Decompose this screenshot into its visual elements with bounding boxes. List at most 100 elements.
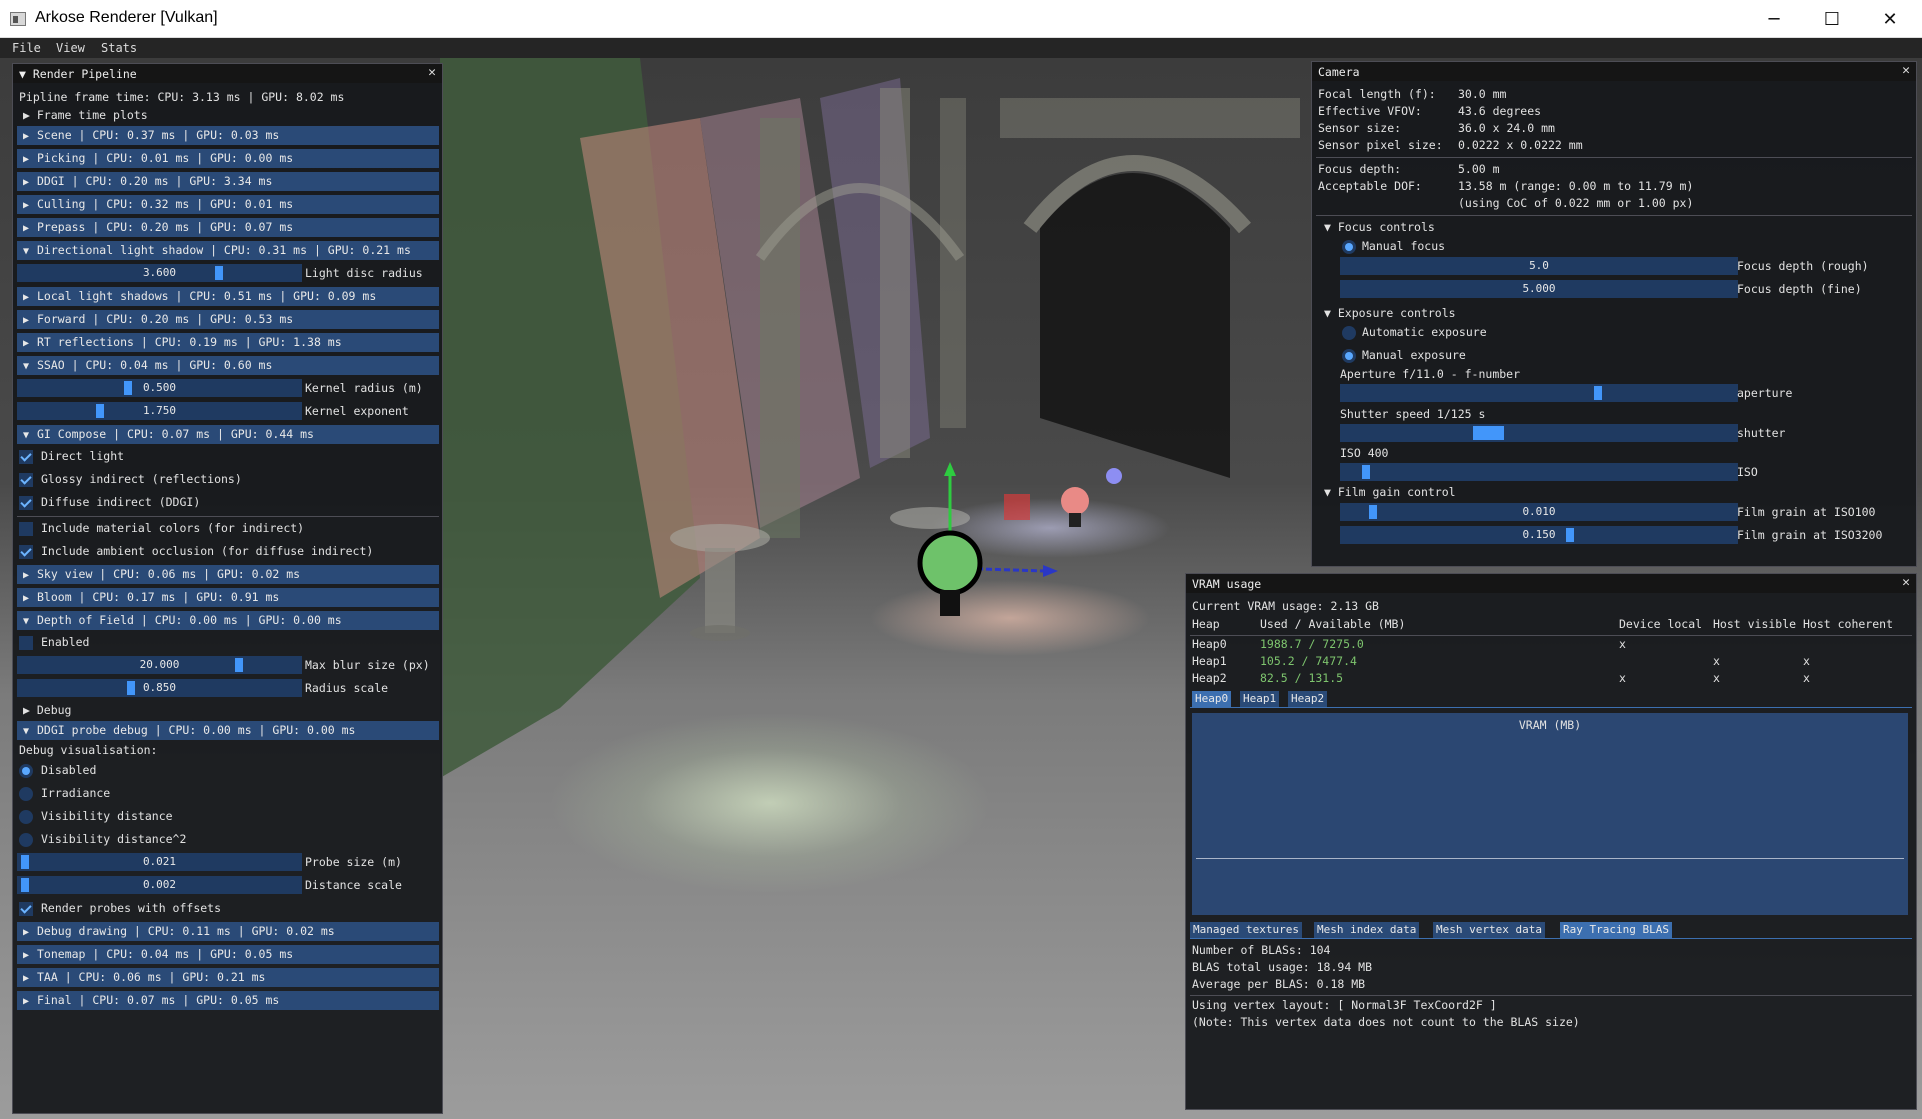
dof-enabled-checkbox[interactable] [19, 636, 33, 650]
radio-disabled[interactable] [19, 764, 33, 778]
kernel-radius-slider[interactable]: 0.500 [17, 379, 302, 397]
glossy-indirect-checkbox[interactable] [19, 473, 33, 487]
debug-toggle[interactable]: ▶ Debug [23, 701, 71, 720]
section-sky-view[interactable]: ▶ Sky view | CPU: 0.06 ms | GPU: 0.02 ms [17, 565, 439, 584]
distance-scale-label: Distance scale [305, 878, 402, 892]
expand-icon: ▶ [23, 223, 30, 234]
divider [1316, 215, 1912, 216]
section-culling[interactable]: ▶ Culling | CPU: 0.32 ms | GPU: 0.01 ms [17, 195, 439, 214]
section-tonemap[interactable]: ▶ Tonemap | CPU: 0.04 ms | GPU: 0.05 ms [17, 945, 439, 964]
automatic-exposure-radio[interactable] [1342, 326, 1356, 340]
manual-exposure-radio[interactable] [1342, 349, 1356, 363]
slider-grab[interactable] [1473, 426, 1504, 440]
close-icon[interactable]: ✕ [428, 65, 436, 80]
tab-heap2[interactable]: Heap2 [1288, 691, 1328, 707]
tab-underline [1190, 938, 1912, 939]
section-ssao[interactable]: ▼ SSAO | CPU: 0.04 ms | GPU: 0.60 ms [17, 356, 439, 375]
section-gi-compose[interactable]: ▼ GI Compose | CPU: 0.07 ms | GPU: 0.44 m… [17, 425, 439, 444]
section-rt-reflections[interactable]: ▶ RT reflections | CPU: 0.19 ms | GPU: 1.… [17, 333, 439, 352]
section-debug-drawing[interactable]: ▶ Debug drawing | CPU: 0.11 ms | GPU: 0.0… [17, 922, 439, 941]
expand-icon: ▶ [23, 950, 30, 961]
render-probes-offsets-checkbox[interactable] [19, 902, 33, 916]
light-disc-radius-slider[interactable]: 3.600 [17, 264, 302, 282]
tab-heap0[interactable]: Heap0 [1192, 691, 1232, 707]
diffuse-indirect-checkbox[interactable] [19, 496, 33, 510]
film-gain-toggle[interactable]: ▼ Film gain control [1324, 483, 1456, 502]
menu-stats[interactable]: Stats [101, 41, 137, 55]
debug-visualisation-label: Debug visualisation: [19, 743, 158, 757]
camera-titlebar[interactable]: Camera ✕ [1312, 62, 1916, 81]
section-picking[interactable]: ▶ Picking | CPU: 0.01 ms | GPU: 0.00 ms [17, 149, 439, 168]
focus-depth-rough-slider[interactable]: 5.0 [1340, 257, 1738, 275]
heap2-host-visible: x [1713, 671, 1720, 685]
kernel-exponent-slider[interactable]: 1.750 [17, 402, 302, 420]
iso-slider[interactable] [1340, 463, 1738, 481]
menu-file[interactable]: File [12, 41, 41, 55]
close-window-button[interactable]: ✕ [1861, 0, 1919, 38]
section-scene[interactable]: ▶ Scene | CPU: 0.37 ms | GPU: 0.03 ms [17, 126, 439, 145]
max-blur-size-slider[interactable]: 20.000 [17, 656, 302, 674]
section-label: SSAO | CPU: 0.04 ms | GPU: 0.60 ms [37, 358, 273, 372]
section-label: Bloom | CPU: 0.17 ms | GPU: 0.91 ms [37, 590, 280, 604]
section-ddgi[interactable]: ▶ DDGI | CPU: 0.20 ms | GPU: 3.34 ms [17, 172, 439, 191]
tab-mesh-index-data[interactable]: Mesh index data [1314, 922, 1420, 938]
section-label: Forward | CPU: 0.20 ms | GPU: 0.53 ms [37, 312, 294, 326]
include-material-colors-checkbox[interactable] [19, 522, 33, 536]
manual-exposure-label: Manual exposure [1362, 348, 1466, 362]
exposure-controls-toggle[interactable]: ▼ Exposure controls [1324, 304, 1456, 323]
sensor-pixel-size-key: Sensor pixel size: [1318, 138, 1443, 152]
radio-visibility-distance-sq[interactable] [19, 833, 33, 847]
maximize-button[interactable]: ☐ [1803, 0, 1861, 38]
vram-titlebar[interactable]: VRAM usage ✕ [1186, 574, 1916, 593]
radio-irradiance[interactable] [19, 787, 33, 801]
close-icon[interactable]: ✕ [1902, 575, 1910, 590]
section-final[interactable]: ▶ Final | CPU: 0.07 ms | GPU: 0.05 ms [17, 991, 439, 1010]
probe-size-slider[interactable]: 0.021 [17, 853, 302, 871]
film-grain-iso100-slider[interactable]: 0.010 [1340, 503, 1738, 521]
close-icon[interactable]: ✕ [1902, 63, 1910, 78]
manual-focus-radio[interactable] [1342, 240, 1356, 254]
minimize-button[interactable]: ─ [1745, 0, 1803, 38]
shutter-slider[interactable] [1340, 424, 1738, 442]
collapse-icon[interactable]: ▼ [19, 67, 33, 81]
collapse-icon: ▼ [23, 246, 30, 257]
menu-view[interactable]: View [56, 41, 85, 55]
include-ambient-occlusion-checkbox[interactable] [19, 545, 33, 559]
slider-grab[interactable] [1362, 465, 1370, 479]
collapse-icon: ▼ [23, 361, 30, 372]
radio-visibility-distance[interactable] [19, 810, 33, 824]
tab-managed-textures[interactable]: Managed textures [1190, 922, 1302, 938]
section-label: DDGI | CPU: 0.20 ms | GPU: 3.34 ms [37, 174, 273, 188]
direct-light-checkbox[interactable] [19, 450, 33, 464]
slider-grab[interactable] [1594, 386, 1602, 400]
diffuse-indirect-label: Diffuse indirect (DDGI) [41, 495, 201, 509]
radius-scale-slider[interactable]: 0.850 [17, 679, 302, 697]
film-grain-iso3200-slider[interactable]: 0.150 [1340, 526, 1738, 544]
tab-ray-tracing-blas[interactable]: Ray Tracing BLAS [1560, 922, 1672, 938]
aperture-slider[interactable] [1340, 384, 1738, 402]
section-prepass[interactable]: ▶ Prepass | CPU: 0.20 ms | GPU: 0.07 ms [17, 218, 439, 237]
heap2-device-local: x [1619, 671, 1626, 685]
slider-value: 0.002 [142, 878, 177, 891]
section-bloom[interactable]: ▶ Bloom | CPU: 0.17 ms | GPU: 0.91 ms [17, 588, 439, 607]
tab-mesh-vertex-data[interactable]: Mesh vertex data [1433, 922, 1545, 938]
frame-time-plots-label: Frame time plots [36, 108, 148, 122]
render-pipeline-titlebar[interactable]: ▼ Render Pipeline ✕ [13, 64, 442, 83]
shutter-label: shutter [1737, 426, 1786, 440]
tab-underline [1190, 707, 1912, 708]
distance-scale-slider[interactable]: 0.002 [17, 876, 302, 894]
section-local-light-shadows[interactable]: ▶ Local light shadows | CPU: 0.51 ms | GP… [17, 287, 439, 306]
section-ddgi-probe-debug[interactable]: ▼ DDGI probe debug | CPU: 0.00 ms | GPU: … [17, 721, 439, 740]
tab-heap1[interactable]: Heap1 [1240, 691, 1280, 707]
section-taa[interactable]: ▶ TAA | CPU: 0.06 ms | GPU: 0.21 ms [17, 968, 439, 987]
section-depth-of-field[interactable]: ▼ Depth of Field | CPU: 0.00 ms | GPU: 0.… [17, 611, 439, 630]
divider [1316, 157, 1912, 158]
section-directional-light-shadow[interactable]: ▼ Directional light shadow | CPU: 0.31 ms… [17, 241, 439, 260]
heap2-used: 82.5 / 131.5 [1260, 671, 1344, 685]
glossy-indirect-label: Glossy indirect (reflections) [41, 472, 242, 486]
frame-time-plots-toggle[interactable]: ▶ Frame time plots [23, 106, 148, 125]
focus-controls-toggle[interactable]: ▼ Focus controls [1324, 218, 1435, 237]
focus-depth-fine-slider[interactable]: 5.000 [1340, 280, 1738, 298]
slider-value: 0.150 [1522, 528, 1556, 541]
section-forward[interactable]: ▶ Forward | CPU: 0.20 ms | GPU: 0.53 ms [17, 310, 439, 329]
